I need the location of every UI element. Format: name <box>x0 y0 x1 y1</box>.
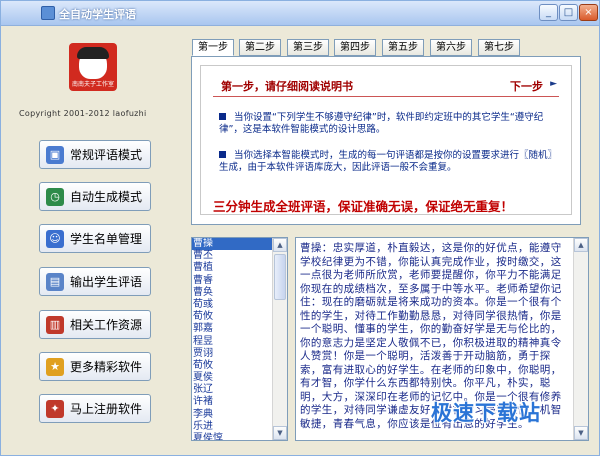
minimize-button[interactable]: _ <box>539 4 558 21</box>
computer-icon: ▣ <box>46 145 64 164</box>
sidebar-button-label: 学生名单管理 <box>70 232 143 246</box>
sidebar-button-1[interactable]: ◷ 自动生成模式 <box>39 182 151 211</box>
scroll-down-arrow-icon[interactable]: ▼ <box>574 426 588 440</box>
bullet-square-icon <box>219 151 226 158</box>
sidebar-button-label: 马上注册软件 <box>70 402 143 416</box>
book-icon: ▥ <box>46 315 64 334</box>
guide-panel: 第一步，请仔细阅读说明书 下一步 ► 当你设置“下列学生不够遵守纪律”时，软件即… <box>191 56 581 225</box>
sidebar-button-4[interactable]: ▥ 相关工作资源 <box>39 310 151 339</box>
sidebar-button-2[interactable]: ☺ 学生名单管理 <box>39 224 151 253</box>
comment-scrollbar[interactable]: ▲ ▼ <box>573 238 588 440</box>
scroll-up-arrow-icon[interactable]: ▲ <box>273 238 287 252</box>
list-item[interactable]: 荀攸 <box>192 311 274 323</box>
tab-step-6[interactable]: 第六步 <box>430 39 472 56</box>
studio-logo: 南南夫子工作室 <box>69 43 117 91</box>
list-item[interactable]: 夏侯惇 <box>192 433 274 440</box>
sidebar-button-3[interactable]: ▤ 输出学生评语 <box>39 267 151 296</box>
list-item[interactable]: 荀彧 <box>192 299 274 311</box>
list-item[interactable]: 许褚 <box>192 396 274 408</box>
watermark-text: 极速下载站 <box>431 401 541 425</box>
scroll-down-arrow-icon[interactable]: ▼ <box>273 426 287 440</box>
scroll-thumb[interactable] <box>274 254 286 300</box>
list-item[interactable]: 曹植 <box>192 262 274 274</box>
tab-step-3[interactable]: 第三步 <box>287 39 329 56</box>
student-list-items: 曹操曹丕曹植曹睿曹奂荀彧荀攸郭嘉程昱贾诩荀攸夏侯张辽许褚李典乐进夏侯惇夏侯渊典韦 <box>192 238 274 440</box>
app-icon <box>41 6 55 20</box>
close-button[interactable]: × <box>579 4 598 21</box>
copyright-text: Copyright 2001-2012 laofuzhi <box>19 109 147 118</box>
slogan-text: 三分钟生成全班评语，保证准确无误，保证绝无重复！ <box>213 199 514 214</box>
list-item[interactable]: 李典 <box>192 409 274 421</box>
tab-step-2[interactable]: 第二步 <box>239 39 281 56</box>
sidebar-button-label: 更多精彩软件 <box>70 360 143 374</box>
window-title: 全自动学生评语 <box>59 8 136 21</box>
guide-paragraph-1: 当你设置“下列学生不够遵守纪律”时，软件即约定班中的其它学生“遵守纪律”，这是本… <box>219 112 544 135</box>
bullet-square-icon <box>219 113 226 120</box>
tab-step-4[interactable]: 第四步 <box>334 39 376 56</box>
maximize-button[interactable]: □ <box>559 4 578 21</box>
output-icon: ▤ <box>46 272 64 291</box>
sidebar-button-0[interactable]: ▣ 常规评语模式 <box>39 140 151 169</box>
sidebar-button-label: 常规评语模式 <box>70 148 143 162</box>
list-item[interactable]: 曹睿 <box>192 275 274 287</box>
student-list-scrollbar[interactable]: ▲ ▼ <box>272 238 287 440</box>
guide-inner: 第一步，请仔细阅读说明书 下一步 ► 当你设置“下列学生不够遵守纪律”时，软件即… <box>200 65 572 215</box>
logo-hair <box>77 47 109 59</box>
list-item[interactable]: 曹操 <box>192 238 274 251</box>
list-item[interactable]: 荀攸 <box>192 360 274 372</box>
scroll-up-arrow-icon[interactable]: ▲ <box>574 238 588 252</box>
play-arrow-icon[interactable]: ► <box>550 79 557 89</box>
logo-caption: 南南夫子工作室 <box>71 81 114 88</box>
step-heading: 第一步，请仔细阅读说明书 <box>221 80 353 93</box>
users-icon: ☺ <box>46 229 64 248</box>
guide-paragraph-2: 当你选择本智能模式时，生成的每一句评语都是按你的设置要求进行〖随机〗生成，由于本… <box>219 150 558 173</box>
register-icon: ✦ <box>46 399 64 418</box>
tab-step-7[interactable]: 第七步 <box>478 39 520 56</box>
sidebar-button-5[interactable]: ★ 更多精彩软件 <box>39 352 151 381</box>
tab-step-5[interactable]: 第五步 <box>382 39 424 56</box>
list-item[interactable]: 贾诩 <box>192 348 274 360</box>
star-icon: ★ <box>46 357 64 376</box>
heading-divider <box>213 96 559 97</box>
tab-step-1[interactable]: 第一步 <box>192 39 234 56</box>
list-item[interactable]: 夏侯 <box>192 372 274 384</box>
list-item[interactable]: 乐进 <box>192 421 274 433</box>
sidebar-button-label: 输出学生评语 <box>70 275 143 289</box>
title-bar[interactable]: 全自动学生评语 _ □ × <box>1 1 599 26</box>
clock-icon: ◷ <box>46 187 64 206</box>
sidebar-button-label: 相关工作资源 <box>70 318 143 332</box>
app-window: 全自动学生评语 _ □ × 南南夫子工作室 Copyright 2001-201… <box>0 0 600 456</box>
student-list[interactable]: 曹操曹丕曹植曹睿曹奂荀彧荀攸郭嘉程昱贾诩荀攸夏侯张辽许褚李典乐进夏侯惇夏侯渊典韦… <box>191 237 288 441</box>
list-item[interactable]: 曹丕 <box>192 250 274 262</box>
list-item[interactable]: 张辽 <box>192 384 274 396</box>
list-item[interactable]: 曹奂 <box>192 287 274 299</box>
sidebar-button-6[interactable]: ✦ 马上注册软件 <box>39 394 151 423</box>
list-item[interactable]: 郭嘉 <box>192 323 274 335</box>
list-item[interactable]: 程昱 <box>192 336 274 348</box>
next-step-link[interactable]: 下一步 <box>510 78 543 94</box>
sidebar-button-label: 自动生成模式 <box>70 190 143 204</box>
